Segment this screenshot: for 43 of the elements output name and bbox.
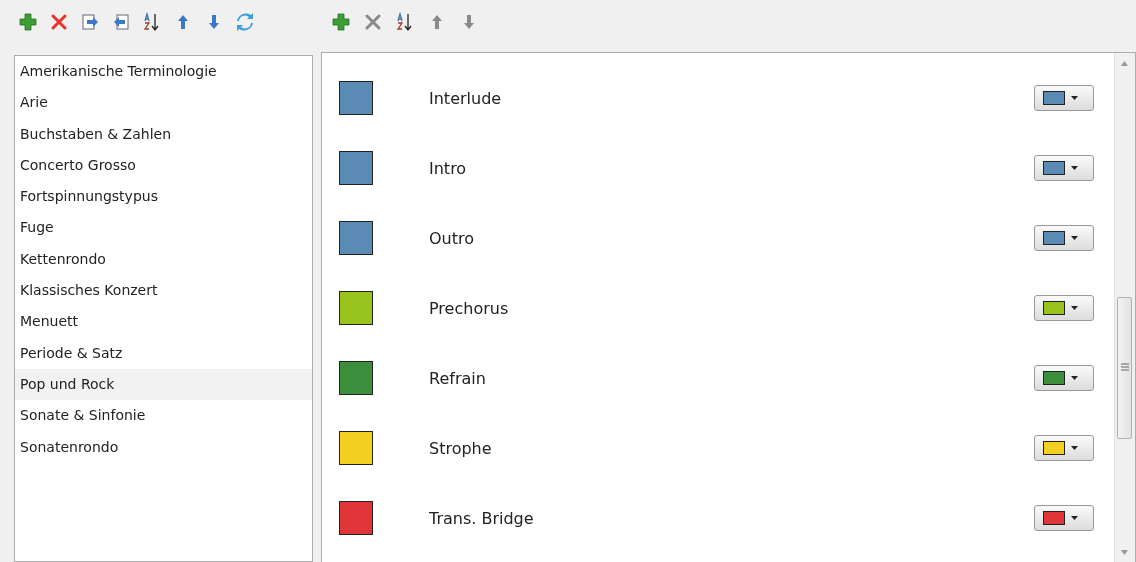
color-picker[interactable] bbox=[1034, 85, 1094, 111]
color-picker[interactable] bbox=[1034, 225, 1094, 251]
caret-icon bbox=[1071, 446, 1078, 450]
list-item[interactable]: Periode & Satz bbox=[15, 337, 312, 369]
section-label: Outro bbox=[429, 228, 476, 248]
caret-icon bbox=[1071, 376, 1078, 380]
caret-icon bbox=[1071, 96, 1078, 100]
list-item[interactable]: Klassisches Konzert bbox=[15, 275, 312, 307]
caret-icon bbox=[1071, 516, 1078, 520]
color-picker[interactable] bbox=[1034, 365, 1094, 391]
section-label: Strophe bbox=[429, 438, 493, 458]
list-item[interactable]: Fortspinnungstypus bbox=[15, 181, 312, 213]
list-item[interactable]: Buchstaben & Zahlen bbox=[15, 118, 312, 150]
section-label: Trans. Bridge bbox=[429, 508, 535, 528]
plus-icon[interactable] bbox=[331, 12, 351, 32]
color-picker[interactable] bbox=[1034, 435, 1094, 461]
color-picker[interactable] bbox=[1034, 155, 1094, 181]
list-item[interactable]: Amerikanische Terminologie bbox=[15, 56, 312, 88]
list-item[interactable]: Sonate & Sinfonie bbox=[15, 400, 312, 432]
section-label: Refrain bbox=[429, 368, 487, 388]
list-item[interactable]: Pop und Rock bbox=[15, 368, 312, 401]
scrollbar[interactable] bbox=[1114, 53, 1135, 562]
section-label: Prechorus bbox=[429, 298, 510, 318]
plus-icon[interactable] bbox=[18, 12, 38, 32]
section-label: Intro bbox=[429, 158, 468, 178]
list-item[interactable]: Menuett bbox=[15, 306, 312, 338]
color-picker[interactable] bbox=[1034, 505, 1094, 531]
list-item[interactable]: Kettenrondo bbox=[15, 243, 312, 276]
cross-icon[interactable] bbox=[49, 12, 69, 32]
list-item[interactable]: Fuge bbox=[15, 212, 312, 244]
list-item[interactable]: Sonatenrondo bbox=[15, 431, 312, 463]
caret-icon bbox=[1071, 166, 1078, 170]
list-item[interactable]: Concerto Grosso bbox=[15, 149, 312, 182]
scroll-thumb[interactable] bbox=[1117, 297, 1132, 439]
section-label: Interlude bbox=[429, 88, 503, 108]
caret-icon bbox=[1071, 236, 1078, 240]
scroll-up-icon[interactable] bbox=[1121, 61, 1128, 66]
scroll-down-icon[interactable] bbox=[1121, 550, 1128, 555]
refresh-icon[interactable] bbox=[235, 12, 255, 32]
color-picker[interactable] bbox=[1034, 295, 1094, 321]
caret-icon bbox=[1071, 306, 1078, 310]
arrow-page-icon[interactable] bbox=[80, 12, 100, 32]
list-item[interactable]: Arie bbox=[15, 87, 312, 119]
